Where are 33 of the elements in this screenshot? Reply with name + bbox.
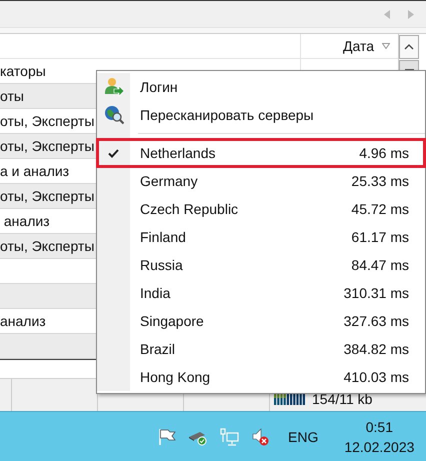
menu-item[interactable]: Логин — [97, 73, 425, 101]
server-menu-item[interactable]: Netherlands 4.96 ms — [97, 139, 425, 167]
table-cell: оты, Эксперты — [0, 138, 94, 154]
server-menu-item[interactable]: Germany 25.33 ms — [97, 167, 425, 195]
column-header[interactable]: Дата — [300, 34, 398, 58]
table-cell: анализ — [0, 313, 46, 329]
server-menu-item[interactable]: Singapore 327.63 ms — [97, 307, 425, 335]
globe-magnifier-icon — [104, 105, 124, 125]
server-menu-item[interactable]: India 310.31 ms — [97, 279, 425, 307]
clock[interactable]: 0:51 12.02.2023 — [344, 416, 414, 456]
server-menu-item[interactable]: Finland 61.17 ms — [97, 223, 425, 251]
table-cell: каторы — [0, 63, 46, 79]
menu-item[interactable]: Пересканировать серверы — [97, 101, 425, 129]
table-cell: оты, Эксперты — [0, 188, 94, 204]
table-cell: оты — [0, 88, 24, 104]
server-menu-item[interactable]: Hong Kong 410.03 ms — [97, 363, 425, 391]
user-arrow-icon — [104, 77, 124, 97]
table-cell: оты, Эксперты — [0, 113, 94, 129]
flag-icon[interactable] — [158, 428, 176, 446]
server-menu-item[interactable]: Brazil 384.82 ms — [97, 335, 425, 363]
table-cell: а и анализ — [0, 163, 70, 179]
clock-date: 12.02.2023 — [344, 438, 414, 456]
speaker-muted-icon[interactable] — [252, 428, 270, 446]
clock-time: 0:51 — [366, 418, 393, 436]
language-indicator[interactable]: ENG — [288, 428, 318, 444]
sort-icon — [382, 43, 390, 49]
traffic-counter: 154/11 kb — [312, 391, 372, 407]
scroll-up-button[interactable] — [399, 35, 419, 59]
chevron-up-icon — [404, 44, 414, 50]
table-cell-text: анализ — [2, 213, 50, 229]
table-cell: оты, Эксперты — [0, 238, 94, 254]
server-menu-item[interactable]: Czech Republic 45.72 ms — [97, 195, 425, 223]
server-menu-item[interactable]: Russia 84.47 ms — [97, 251, 425, 279]
